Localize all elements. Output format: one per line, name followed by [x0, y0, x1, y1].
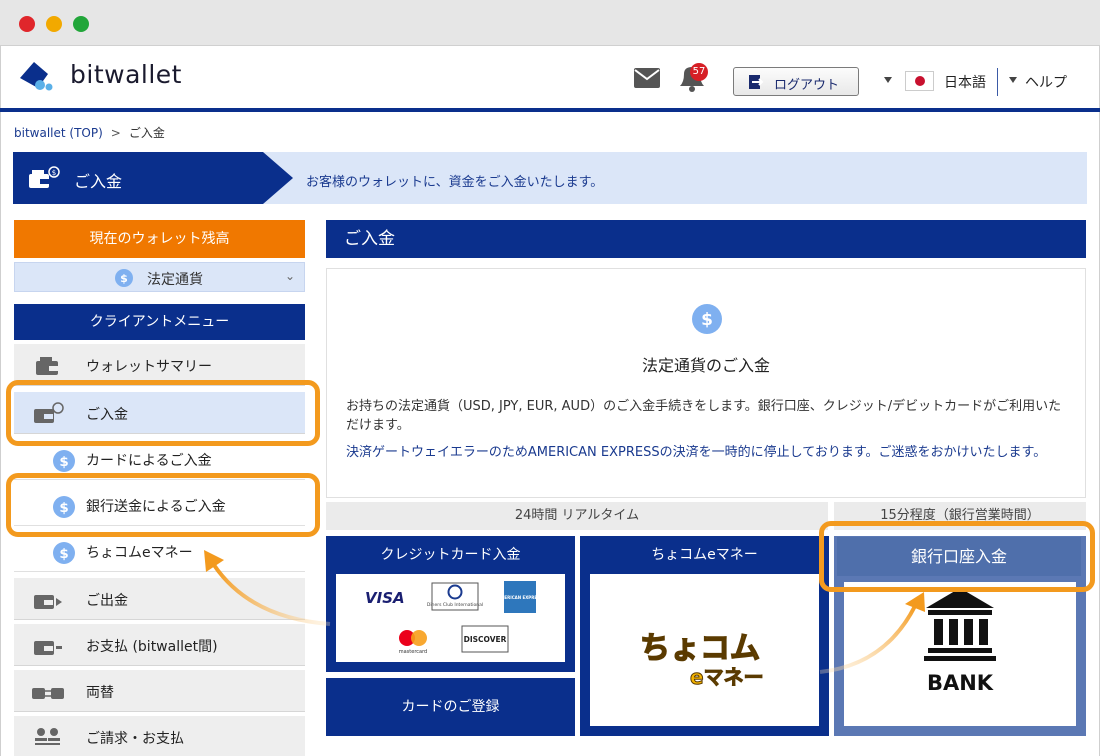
logout-label: ログアウト: [774, 78, 840, 93]
timing-label-realtime: 24時間 リアルタイム: [326, 502, 828, 530]
wallet-icon: [36, 357, 58, 375]
header-underline: [0, 108, 1100, 112]
svg-text:$: $: [701, 310, 713, 330]
mail-icon[interactable]: [634, 68, 660, 88]
card-brands-panel: VISA Diners Club International AMERICAN …: [336, 574, 565, 662]
svg-text:mastercard: mastercard: [399, 649, 427, 655]
sidebar-item-label: ご出金: [86, 593, 128, 609]
chocom-logo-panel: ちょコム eマネー: [590, 574, 819, 726]
header-divider: [997, 68, 998, 96]
svg-text:DISCOVER: DISCOVER: [464, 635, 507, 644]
page-description: お客様のウォレットに、資金をご入金いたします。: [306, 175, 604, 190]
window-titlebar: [0, 0, 1100, 46]
mastercard-logo: mastercard: [399, 630, 427, 655]
credit-card-deposit-button[interactable]: クレジットカード入金 VISA Diners Club Internationa…: [326, 536, 575, 672]
breadcrumb-separator: >: [110, 126, 121, 140]
exchange-icon: [32, 688, 64, 699]
language-selector[interactable]: 日本語: [944, 72, 986, 92]
sidebar-item-label: お支払 (bitwallet間): [86, 639, 218, 655]
svg-text:eマネー: eマネー: [690, 665, 764, 689]
logout-button[interactable]: ログアウト: [733, 67, 859, 96]
section-description: お持ちの法定通貨（USD, JPY, EUR, AUD）のご入金手続きをします。…: [346, 399, 1062, 433]
users-icon: [35, 728, 60, 745]
sidebar-item-label: ウォレットサマリー: [86, 359, 212, 375]
main-content-box: [326, 268, 1086, 498]
logo-text[interactable]: bitwallet: [70, 60, 182, 89]
svg-text:$: $: [52, 169, 56, 177]
help-caret-icon[interactable]: [1009, 77, 1017, 83]
sidebar-item-label: カードによるご入金: [86, 453, 212, 469]
wallet-balance-button[interactable]: 現在のウォレット残高: [14, 220, 305, 258]
main-heading: ご入金: [326, 220, 1086, 258]
svg-text:$: $: [59, 455, 68, 470]
sidebar-item-invoice[interactable]: ご請求・お支払: [14, 716, 305, 756]
site-header: bitwallet 57 ログアウト 日本語 ヘルプ: [0, 46, 1100, 110]
svg-text:Diners Club International: Diners Club International: [427, 602, 483, 608]
highlight-box-bank-button: [819, 521, 1095, 592]
breadcrumb-current: ご入金: [128, 126, 165, 140]
dollar-coin-icon: $: [53, 542, 75, 564]
currency-selector[interactable]: $ 法定通貨 ⌄: [14, 262, 305, 292]
amex-notice: 決済ゲートウェイエラーのためAMERICAN EXPRESSの決済を一時的に停止…: [346, 445, 1047, 460]
highlight-box-bank-deposit: [6, 473, 320, 537]
page-title: ご入金: [74, 172, 123, 191]
chocom-logo: ちょコム eマネー: [639, 630, 764, 689]
close-window-button[interactable]: [19, 16, 35, 32]
breadcrumb-home-link[interactable]: bitwallet (TOP): [14, 126, 103, 140]
amex-logo: AMERICAN EXPRESS: [497, 581, 543, 613]
withdraw-icon: [34, 595, 62, 609]
card-registration-button[interactable]: カードのご登録: [326, 678, 575, 736]
chocom-deposit-label: ちょコムeマネー: [651, 547, 758, 563]
diners-club-logo: Diners Club International: [427, 582, 483, 611]
credit-card-deposit-label: クレジットカード入金: [380, 547, 521, 563]
svg-text:$: $: [120, 272, 128, 285]
client-menu-heading: クライアントメニュー: [14, 304, 305, 340]
sidebar-item-label: ご請求・お支払: [86, 731, 184, 747]
japan-flag-icon[interactable]: [905, 71, 934, 91]
sidebar-item-label: ちょコムeマネー: [86, 545, 193, 561]
sidebar-item-payment[interactable]: お支払 (bitwallet間): [14, 624, 305, 666]
sidebar-item-withdrawal[interactable]: ご出金: [14, 578, 305, 620]
dollar-coin-icon: $: [115, 269, 133, 287]
currency-label: 法定通貨: [147, 272, 203, 288]
visa-logo: VISA: [365, 589, 405, 607]
chevron-down-icon: ⌄: [285, 269, 296, 283]
highlight-box-deposit: [6, 380, 320, 446]
maximize-window-button[interactable]: [73, 16, 89, 32]
notification-badge: 57: [690, 63, 708, 81]
discover-logo: DISCOVER: [461, 625, 509, 653]
deposit-icon: $: [29, 166, 60, 188]
dollar-coin-icon: $: [53, 450, 75, 472]
logout-icon: [749, 75, 764, 89]
breadcrumb: bitwallet (TOP) > ご入金: [14, 124, 165, 141]
help-menu[interactable]: ヘルプ: [1025, 72, 1067, 92]
svg-text:BANK: BANK: [927, 671, 994, 695]
language-caret-icon[interactable]: [884, 77, 892, 83]
svg-text:$: $: [59, 547, 68, 562]
minimize-window-button[interactable]: [46, 16, 62, 32]
svg-text:AMERICAN EXPRESS: AMERICAN EXPRESS: [497, 595, 542, 600]
payment-icon: [34, 641, 62, 655]
section-title: 法定通貨のご入金: [641, 356, 770, 375]
bitwallet-logo-icon[interactable]: [14, 58, 58, 94]
sidebar-item-exchange[interactable]: 両替: [14, 670, 305, 712]
svg-text:ちょコム: ちょコム: [640, 631, 760, 666]
sidebar-item-label: 両替: [86, 685, 114, 701]
bank-icon: BANK: [924, 588, 996, 695]
dollar-coin-icon: $: [692, 304, 722, 334]
card-brands-logos: VISA Diners Club International AMERICAN …: [365, 581, 543, 655]
chocom-deposit-button[interactable]: ちょコムeマネー ちょコム eマネー: [580, 536, 829, 736]
bank-logo-panel: BANK: [844, 582, 1076, 726]
